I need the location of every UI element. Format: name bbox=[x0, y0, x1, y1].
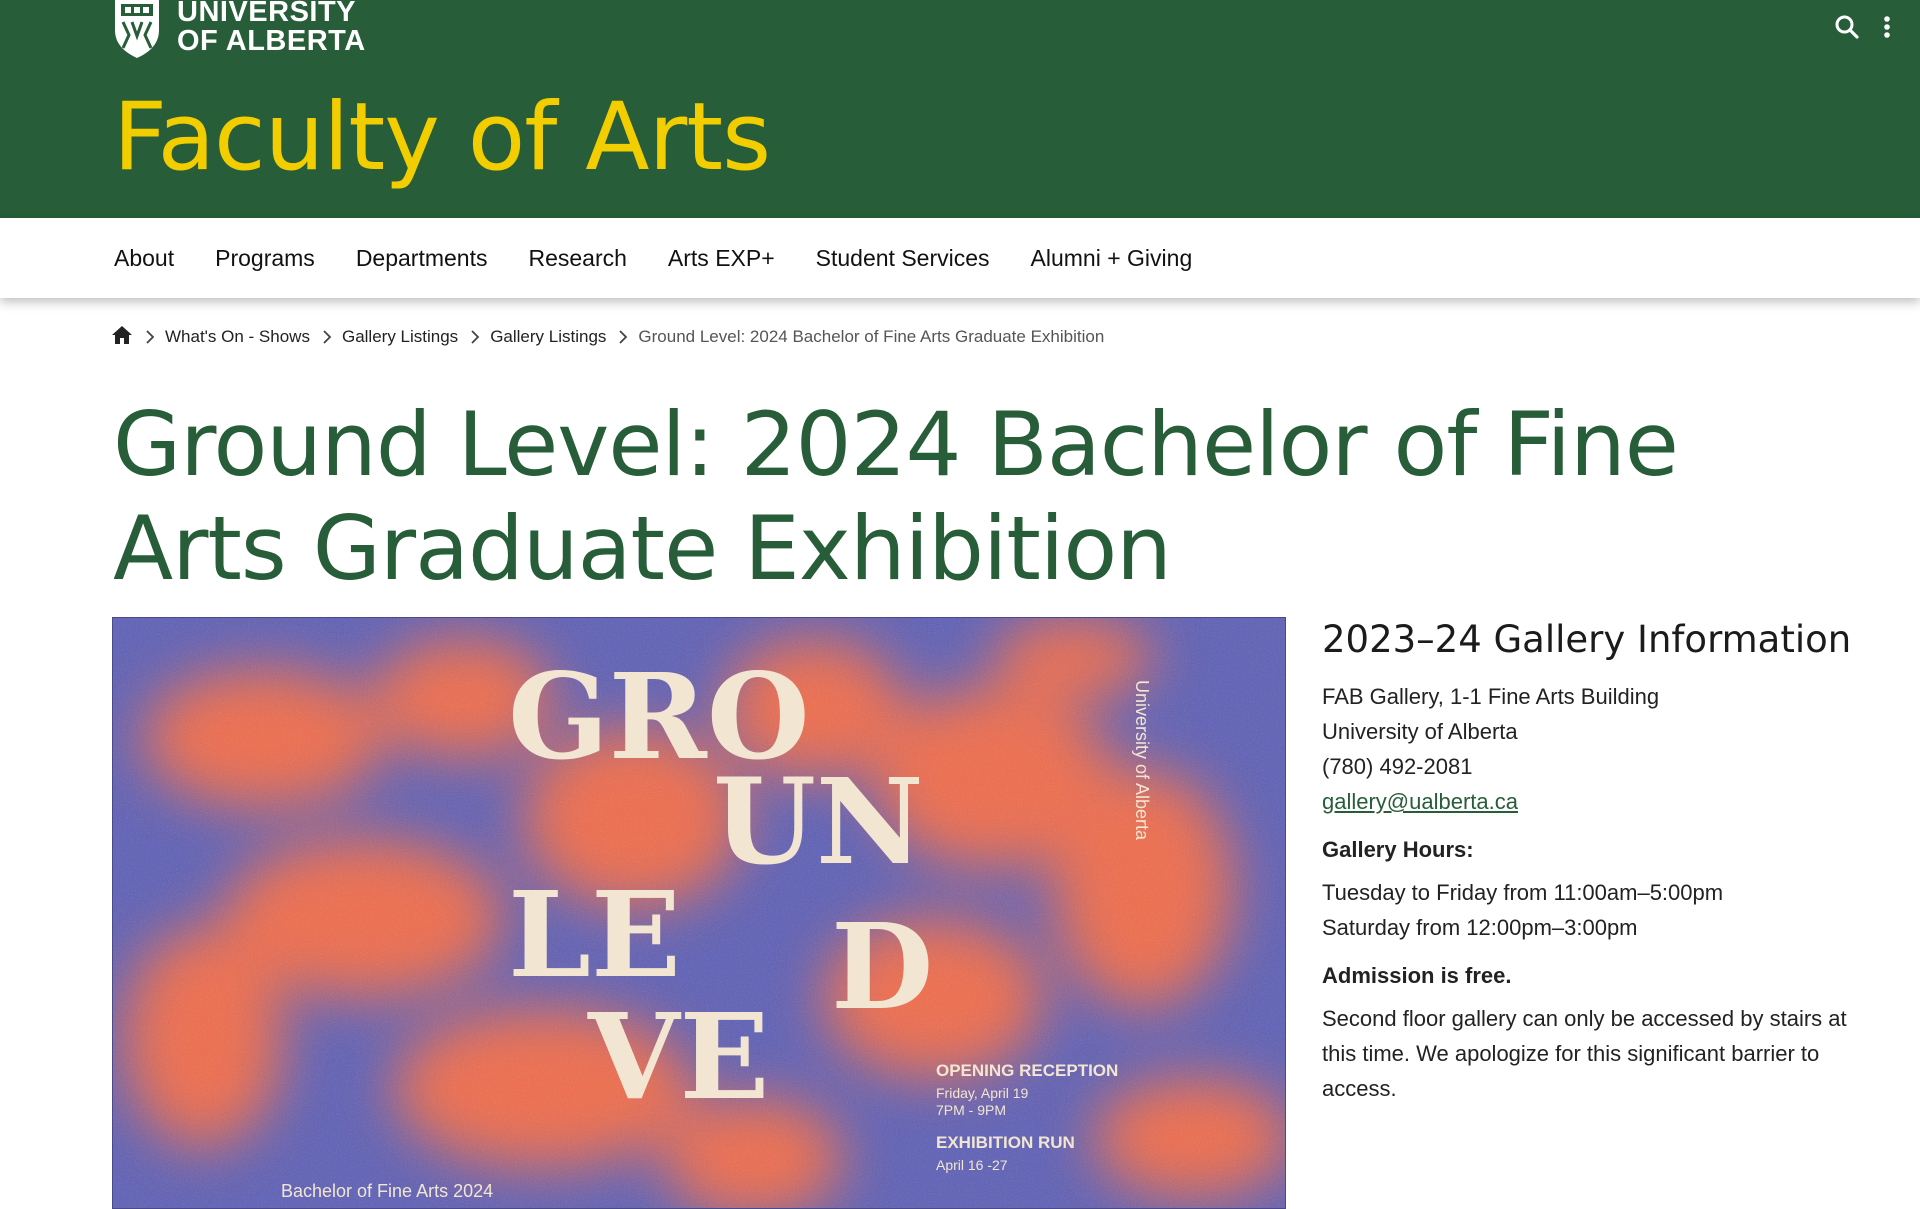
breadcrumb-gallery-listings[interactable]: Gallery Listings bbox=[342, 327, 458, 347]
university-crest-logo[interactable] bbox=[112, 0, 162, 58]
nav-item-alumni-giving[interactable]: Alumni + Giving bbox=[1031, 245, 1193, 272]
breadcrumb-current: Ground Level: 2024 Bachelor of Fine Arts… bbox=[638, 327, 1105, 346]
gallery-hours-line2: Saturday from 12:00pm–3:00pm bbox=[1322, 915, 1638, 940]
chevron-right-icon bbox=[470, 329, 480, 345]
site-header: UNIVERSITY OF ALBERTA Faculty of Arts bbox=[0, 0, 1920, 218]
gallery-phone: (780) 492-2081 bbox=[1322, 754, 1473, 779]
breadcrumb-whats-on-shows[interactable]: What's On - Shows bbox=[165, 327, 310, 347]
poster-letters-ve: VE bbox=[588, 987, 770, 1126]
gallery-hours-label: Gallery Hours: bbox=[1322, 837, 1474, 862]
nav-item-departments[interactable]: Departments bbox=[356, 245, 488, 272]
gallery-email-link[interactable]: gallery@ualberta.ca bbox=[1322, 789, 1518, 814]
gallery-hours: Tuesday to Friday from 11:00am–5:00pm Sa… bbox=[1322, 875, 1882, 945]
gallery-address-line1: FAB Gallery, 1-1 Fine Arts Building bbox=[1322, 684, 1660, 709]
nav-item-programs[interactable]: Programs bbox=[215, 245, 315, 272]
accessibility-note: Second floor gallery can only be accesse… bbox=[1322, 1006, 1847, 1101]
breadcrumb-gallery-listings-2[interactable]: Gallery Listings bbox=[490, 327, 606, 347]
university-line2: OF ALBERTA bbox=[177, 25, 366, 57]
faculty-title[interactable]: Faculty of Arts bbox=[113, 88, 771, 188]
admission-note: Admission is free. bbox=[1322, 963, 1512, 988]
vertical-dots-icon[interactable] bbox=[1872, 12, 1902, 42]
chevron-right-icon bbox=[145, 329, 155, 345]
poster-opening-date: Friday, April 19 bbox=[936, 1085, 1029, 1101]
poster-opening-time: 7PM - 9PM bbox=[936, 1102, 1007, 1118]
poster-opening-label: OPENING RECEPTION bbox=[936, 1061, 1119, 1080]
poster-run-dates: April 16 -27 bbox=[936, 1157, 1008, 1173]
poster-event-details: OPENING RECEPTION Friday, April 19 7PM -… bbox=[936, 1059, 1118, 1174]
nav-item-about[interactable]: About bbox=[114, 245, 174, 272]
gallery-info-heading: 2023–24 Gallery Information bbox=[1322, 618, 1852, 661]
gallery-information: 2023–24 Gallery Information FAB Gallery,… bbox=[1322, 615, 1882, 1106]
poster-bottom-text: Bachelor of Fine Arts 2024 bbox=[281, 1181, 494, 1201]
poster-letters-un: UN bbox=[713, 752, 924, 891]
main-navigation: About Programs Departments Research Arts… bbox=[0, 218, 1920, 298]
nav-item-student-services[interactable]: Student Services bbox=[816, 245, 990, 272]
home-icon[interactable] bbox=[111, 325, 133, 350]
header-tools bbox=[1832, 12, 1902, 42]
poster-run-label: EXHIBITION RUN bbox=[936, 1133, 1075, 1152]
exhibition-poster-image: GRO UN LE D VE University of Alberta OPE… bbox=[112, 617, 1286, 1209]
poster-letters-d: D bbox=[831, 897, 934, 1036]
gallery-hours-line1: Tuesday to Friday from 11:00am–5:00pm bbox=[1322, 880, 1724, 905]
poster-side-text: University of Alberta bbox=[1132, 680, 1152, 841]
nav-item-arts-exp[interactable]: Arts EXP+ bbox=[668, 245, 775, 272]
gallery-address-line2: University of Alberta bbox=[1322, 719, 1518, 744]
nav-item-research[interactable]: Research bbox=[528, 245, 626, 272]
poster-letters-le: LE bbox=[508, 865, 681, 1004]
breadcrumb: What's On - Shows Gallery Listings Galle… bbox=[111, 322, 1104, 352]
university-line1: UNIVERSITY bbox=[177, 0, 357, 28]
chevron-right-icon bbox=[322, 329, 332, 345]
chevron-right-icon bbox=[618, 329, 628, 345]
search-icon[interactable] bbox=[1832, 12, 1862, 42]
page-title: Ground Level: 2024 Bachelor of Fine Arts… bbox=[113, 393, 1679, 600]
university-wordmark[interactable]: UNIVERSITY OF ALBERTA bbox=[177, 0, 366, 56]
